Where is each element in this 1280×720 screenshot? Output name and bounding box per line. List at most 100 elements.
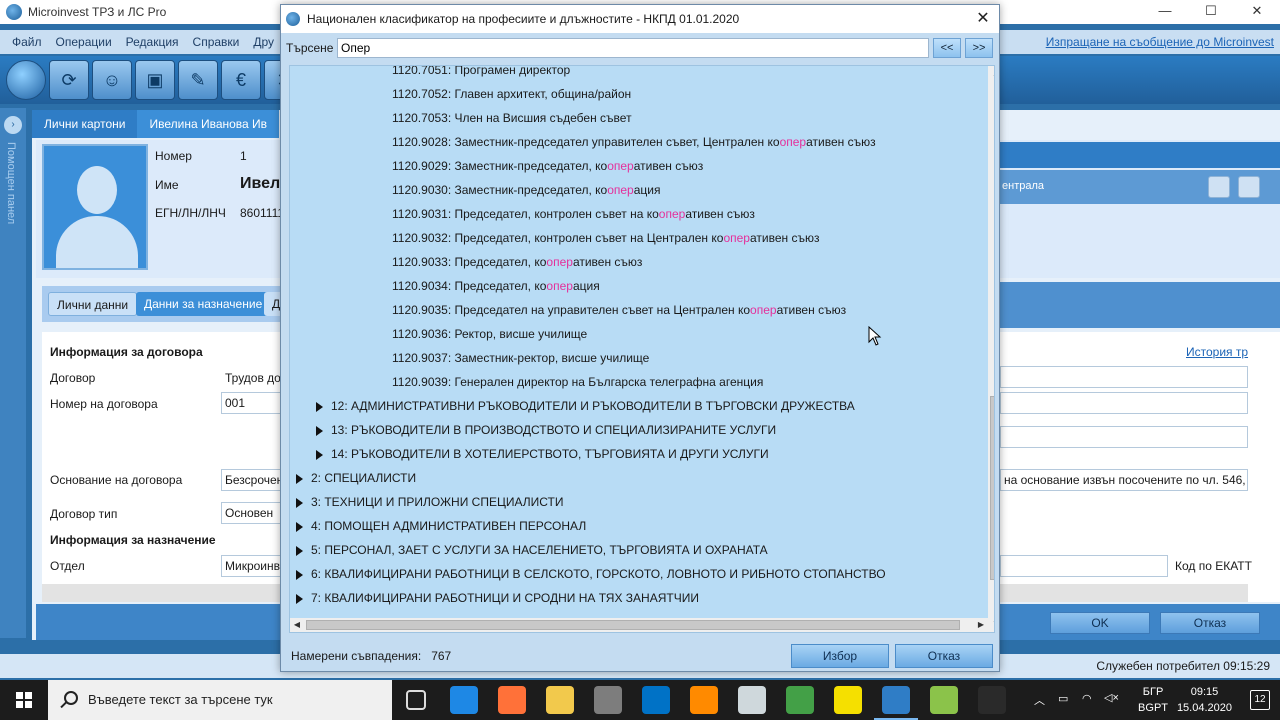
people-icon[interactable]: ☺ — [92, 60, 132, 100]
burn-icon[interactable] — [690, 686, 718, 714]
right-field-ekatte[interactable] — [1000, 555, 1168, 577]
right-field-1[interactable] — [1000, 366, 1248, 388]
contract-number-input[interactable]: 001 — [221, 392, 281, 414]
sticky-notes-icon[interactable] — [834, 686, 862, 714]
payroll-envelope-icon[interactable]: € — [221, 60, 261, 100]
tree-group-row[interactable]: 12: АДМИНИСТРАТИВНИ РЪКОВОДИТЕЛИ И РЪКОВ… — [316, 394, 855, 418]
tree-vertical-scrollbar[interactable]: ▲ ▼ — [988, 66, 994, 632]
expand-arrow-icon[interactable] — [296, 569, 303, 580]
close-window-button[interactable]: ✕ — [1234, 0, 1280, 24]
tree-item-row[interactable]: 1120.9032: Председател, контролен съвет … — [392, 226, 819, 250]
expand-arrow-icon[interactable] — [316, 401, 323, 412]
tray-chevron-icon[interactable]: ︿ — [1034, 692, 1045, 720]
green-app-icon[interactable] — [930, 686, 958, 714]
tree-item-row[interactable]: 1120.9031: Председател, контролен съвет … — [392, 202, 755, 226]
taskbar-search-box[interactable]: Въведете текст за търсене тук — [48, 680, 392, 720]
tree-group-row[interactable]: 7: КВАЛИФИЦИРАНИ РАБОТНИЦИ И СРОДНИ НА Т… — [296, 586, 699, 610]
contract-basis-select[interactable]: Безсрочен — [221, 469, 283, 491]
right-field-3[interactable] — [1000, 426, 1248, 448]
right-basis-field[interactable]: на основание извън посочените по чл. 546… — [1000, 469, 1248, 491]
tree-group-row[interactable]: 13: РЪКОВОДИТЕЛИ В ПРОИЗВОДСТВОТО И СПЕЦ… — [316, 418, 776, 442]
maximize-button[interactable]: ☐ — [1188, 0, 1234, 24]
subtab-personal-data[interactable]: Лични данни — [48, 292, 138, 316]
scroll-down-icon[interactable]: ▼ — [988, 616, 994, 632]
volume-icon[interactable]: ◁× — [1104, 691, 1119, 720]
tree-group-row[interactable]: 3: ТЕХНИЦИ И ПРИЛОЖНИ СПЕЦИАЛИСТИ — [296, 490, 563, 514]
select-button[interactable]: Избор — [791, 644, 889, 668]
task-view-icon[interactable] — [406, 690, 426, 710]
snip-icon[interactable] — [738, 686, 766, 714]
subtab-assignment-data[interactable]: Данни за назначение — [136, 292, 271, 316]
tree-item-row[interactable]: 1120.7053: Член на Висшия съдебен съвет — [392, 106, 632, 130]
users-cycle-icon[interactable]: ⟳ — [49, 60, 89, 100]
expand-arrow-icon[interactable] — [296, 545, 303, 556]
right-field-2[interactable] — [1000, 392, 1248, 414]
tree-item-row[interactable]: 1120.9036: Ректор, висше училище — [392, 322, 587, 346]
tree-item-row[interactable]: 1120.9030: Заместник-председател, коопер… — [392, 178, 660, 202]
scroll-right-icon[interactable]: ▶ — [974, 618, 988, 632]
expand-arrow-icon[interactable] — [296, 497, 303, 508]
menu-reports[interactable]: Справки — [193, 35, 240, 49]
edge-icon[interactable] — [450, 686, 478, 714]
scroll-thumb[interactable] — [990, 396, 994, 580]
tree-item-row[interactable]: 1120.9034: Председател, кооперация — [392, 274, 600, 298]
home-icon[interactable] — [6, 60, 46, 100]
menu-other[interactable]: Дру — [253, 35, 274, 49]
search-person-icon[interactable] — [1208, 176, 1230, 198]
menu-operations[interactable]: Операции — [56, 35, 112, 49]
wifi-icon[interactable]: ◠ — [1082, 692, 1092, 720]
dialog-cancel-button[interactable]: Отказ — [895, 644, 993, 668]
scroll-left-icon[interactable]: ◀ — [290, 618, 304, 632]
tree-group-row[interactable]: 5: ПЕРСОНАЛ, ЗАЕТ С УСЛУГИ ЗА НАСЕЛЕНИЕТ… — [296, 538, 768, 562]
tab-employee[interactable]: Ивелина Иванова Ив — [137, 110, 280, 138]
tree-item-row[interactable]: 1120.9035: Председател на управителен съ… — [392, 298, 846, 322]
contract-type-select[interactable]: Основен — [221, 502, 281, 524]
classifier-tree[interactable]: 7: КВАЛИФИЦИРАНИ РАБОТНИЦИ И СРОДНИ НА Т… — [289, 65, 995, 633]
battery-icon[interactable]: ▭ — [1058, 692, 1068, 720]
employee-card-icon[interactable]: ▣ — [135, 60, 175, 100]
search-input[interactable] — [337, 38, 929, 58]
tree-item-row[interactable]: 1120.9028: Заместник-председател управит… — [392, 130, 876, 154]
expand-arrow-icon[interactable] — [296, 593, 303, 604]
department-select[interactable]: Микроинве — [221, 555, 287, 577]
tree-item-row[interactable]: 1120.9029: Заместник-председател, коопер… — [392, 154, 703, 178]
outlook-icon[interactable] — [642, 686, 670, 714]
tree-item-row[interactable]: 1120.9033: Председател, кооперативен съю… — [392, 250, 642, 274]
start-button[interactable] — [0, 680, 48, 720]
tree-group-row[interactable]: 4: ПОМОЩЕН АДМИНИСТРАТИВЕН ПЕРСОНАЛ — [296, 514, 586, 538]
menu-file[interactable]: Файл — [12, 35, 42, 49]
history-link[interactable]: История тр — [1186, 345, 1248, 359]
prev-match-button[interactable]: << — [933, 38, 961, 58]
firefox-icon[interactable] — [498, 686, 526, 714]
add-person-icon[interactable] — [1238, 176, 1260, 198]
language-indicator[interactable]: БГР BGPT — [1138, 684, 1168, 716]
menu-edit[interactable]: Редакция — [126, 35, 179, 49]
scroll-up-icon[interactable]: ▲ — [988, 66, 994, 82]
expand-arrow-icon[interactable] — [316, 425, 323, 436]
tree-item-row[interactable]: 1120.7051: Програмен директор — [392, 66, 570, 82]
calculator-icon[interactable] — [594, 686, 622, 714]
tree-item-row[interactable]: 1120.9037: Заместник-ректор, висше учили… — [392, 346, 649, 370]
taskbar-clock[interactable]: 09:15 15.04.2020 — [1177, 684, 1232, 716]
tree-group-row[interactable]: 14: РЪКОВОДИТЕЛИ В ХОТЕЛИЕРСТВОТО, ТЪРГО… — [316, 442, 769, 466]
expand-arrow-icon[interactable] — [296, 521, 303, 532]
help-panel-toggle[interactable]: › — [4, 116, 22, 134]
tree-group-row[interactable]: 6: КВАЛИФИЦИРАНИ РАБОТНИЦИ В СЕЛСКОТО, Г… — [296, 562, 886, 586]
dialog-close-button[interactable]: ✕ — [973, 9, 993, 29]
send-message-link[interactable]: Изпращане на съобщение до Microinvest — [1046, 35, 1274, 49]
drive-icon[interactable] — [978, 686, 1006, 714]
tree-item-row[interactable]: 1120.9039: Генерален директор на Българс… — [392, 370, 763, 394]
expand-arrow-icon[interactable] — [296, 473, 303, 484]
card-cancel-button[interactable]: Отказ — [1160, 612, 1260, 634]
card-ok-button[interactable]: OK — [1050, 612, 1150, 634]
tree-item-row[interactable]: 1120.7052: Главен архитект, община/район — [392, 82, 631, 106]
expand-arrow-icon[interactable] — [316, 449, 323, 460]
tree-group-row[interactable]: 2: СПЕЦИАЛИСТИ — [296, 466, 416, 490]
arrow-app-icon[interactable] — [786, 686, 814, 714]
next-match-button[interactable]: >> — [965, 38, 993, 58]
tab-personal-cards[interactable]: Лични картони — [32, 110, 138, 138]
microinvest-icon[interactable] — [874, 686, 918, 720]
minimize-button[interactable]: — — [1142, 0, 1188, 24]
hscroll-thumb[interactable] — [306, 620, 960, 630]
assign-employee-icon[interactable]: ✎ — [178, 60, 218, 100]
